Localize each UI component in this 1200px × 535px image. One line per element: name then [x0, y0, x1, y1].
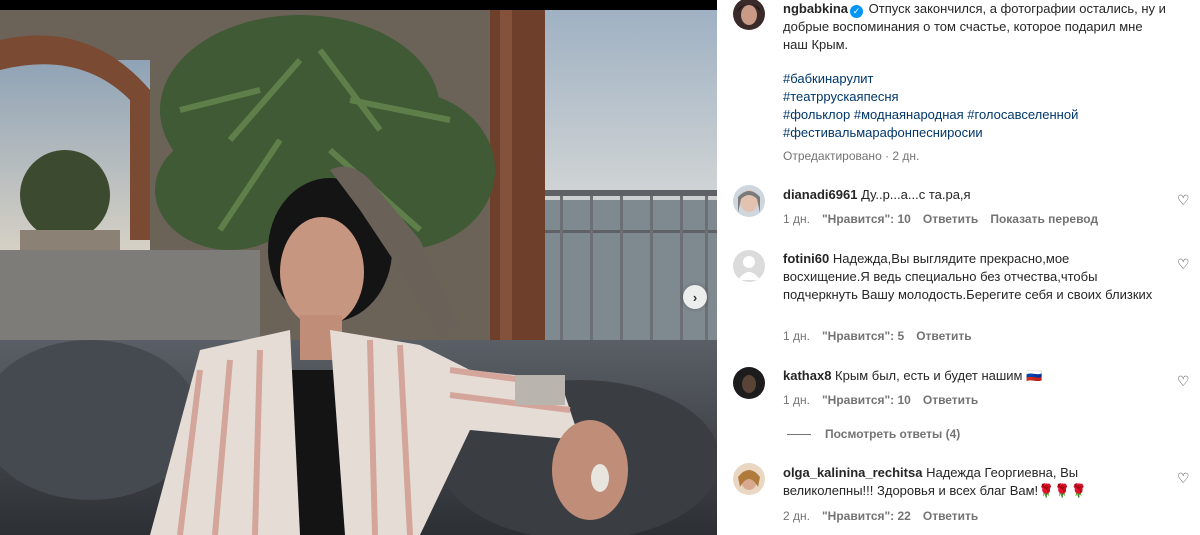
heart-outline-icon[interactable]: ♡ — [1177, 193, 1190, 207]
hashtag[interactable]: #театррускаяпесня — [783, 89, 899, 104]
comment-meta: 1 дн. "Нравится": 5 Ответить — [783, 329, 972, 343]
commenter-avatar[interactable] — [733, 367, 765, 399]
comment-username[interactable]: fotini60 — [783, 251, 829, 266]
hashtag[interactable]: #фольклор — [783, 107, 850, 122]
heart-outline-icon[interactable]: ♡ — [1177, 374, 1190, 388]
view-replies-button[interactable]: Посмотреть ответы (4) — [787, 427, 960, 441]
comment-meta: 1 дн. "Нравится": 10 Ответить — [783, 393, 978, 407]
comment-meta: 1 дн. "Нравится": 10 Ответить Показать п… — [783, 212, 1098, 226]
view-replies-label: Посмотреть ответы (4) — [825, 427, 961, 441]
comment-time[interactable]: 1 дн. — [783, 329, 810, 343]
comment-time[interactable]: 1 дн. — [783, 212, 810, 226]
comment-time[interactable]: 1 дн. — [783, 393, 810, 407]
comment-likes[interactable]: "Нравится": 10 — [822, 393, 911, 407]
comment-body: Ду..р...а...с та.ра,я — [861, 187, 971, 202]
comment-text: fotini60 Надежда,Вы выглядите прекрасно,… — [783, 250, 1153, 304]
post-photo[interactable]: › — [0, 0, 717, 535]
hashtag-list: #бабкинарулит #театррускаяпесня #фолькло… — [783, 70, 1173, 142]
heart-outline-icon[interactable]: ♡ — [1177, 471, 1190, 485]
commenter-avatar[interactable] — [733, 463, 765, 495]
reply-button[interactable]: Ответить — [923, 509, 978, 523]
comment-text: kathax8 Крым был, есть и будет нашим 🇷🇺 — [783, 367, 1153, 385]
edited-timestamp: Отредактировано · 2 дн. — [783, 149, 920, 163]
chevron-right-icon: › — [692, 289, 698, 305]
comment-text: olga_kalinina_rechitsa Надежда Георгиевн… — [783, 464, 1153, 500]
comment-username[interactable]: kathax8 — [783, 368, 831, 383]
comment-likes[interactable]: "Нравится": 22 — [822, 509, 911, 523]
comment-likes[interactable]: "Нравится": 5 — [822, 329, 904, 343]
comment-body: Надежда,Вы выглядите прекрасно,мое восхи… — [783, 251, 1153, 302]
comment-text: dianadi6961 Ду..р...а...с та.ра,я — [783, 186, 1153, 204]
hashtag[interactable]: #моднаянародная — [854, 107, 964, 122]
heart-outline-icon[interactable]: ♡ — [1177, 257, 1190, 271]
replies-divider — [787, 433, 811, 435]
comment-body: Крым был, есть и будет нашим 🇷🇺 — [835, 368, 1043, 383]
next-photo-button[interactable]: › — [683, 285, 707, 309]
commenter-avatar[interactable] — [733, 250, 765, 282]
comment-time[interactable]: 2 дн. — [783, 509, 810, 523]
hashtag[interactable]: #голосавселенной — [967, 107, 1078, 122]
show-translation-button[interactable]: Показать перевод — [990, 212, 1098, 226]
verified-badge-icon: ✓ — [850, 5, 864, 18]
comment-username[interactable]: dianadi6961 — [783, 187, 857, 202]
post-caption: ngbabkina ✓ Отпуск закончился, а фотограф… — [783, 0, 1168, 54]
author-username[interactable]: ngbabkina — [783, 1, 848, 16]
comment-meta: 2 дн. "Нравится": 22 Ответить — [783, 509, 978, 523]
comment-username[interactable]: olga_kalinina_rechitsa — [783, 465, 922, 480]
commenter-avatar[interactable] — [733, 185, 765, 217]
photo-illustration — [0, 0, 717, 535]
reply-button[interactable]: Ответить — [923, 212, 978, 226]
reply-button[interactable]: Ответить — [923, 393, 978, 407]
hashtag[interactable]: #бабкинарулит — [783, 71, 874, 86]
reply-button[interactable]: Ответить — [916, 329, 971, 343]
hashtag[interactable]: #фестивальмарафонпесниросии — [783, 125, 983, 140]
comment-likes[interactable]: "Нравится": 10 — [822, 212, 911, 226]
photo-top-bar — [0, 0, 717, 10]
